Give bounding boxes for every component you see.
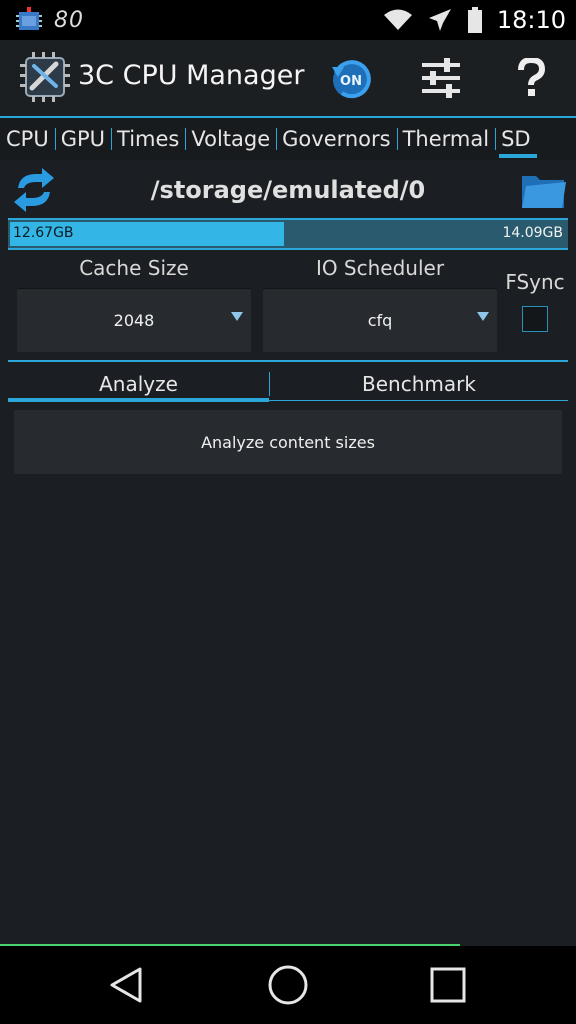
subtab-divider (8, 400, 568, 401)
back-button[interactable] (98, 960, 154, 1010)
main-tabs: CPU GPU Times Voltage Governors Thermal … (0, 116, 576, 160)
help-button[interactable] (506, 52, 556, 104)
cache-size-dropdown[interactable]: 2048 (17, 288, 251, 352)
cache-size-label: Cache Size (79, 256, 189, 280)
app-logo-icon (20, 52, 70, 102)
power-on-button[interactable]: ON (326, 52, 376, 104)
fsync-label: FSync (505, 270, 565, 294)
analyze-content-sizes-button[interactable]: Analyze content sizes (14, 410, 562, 474)
storage-used-label: 12.67GB (13, 225, 74, 241)
tab-times[interactable]: Times (111, 118, 185, 160)
analyze-button-label: Analyze content sizes (201, 432, 375, 452)
sliders-icon (422, 58, 460, 98)
power-on-icon: ON (332, 60, 371, 99)
app-title: 3C CPU Manager (78, 60, 305, 91)
subtab-analyze[interactable]: Analyze (8, 368, 269, 400)
status-cpu-number: 80 (54, 7, 84, 33)
tab-thermal[interactable]: Thermal (396, 118, 495, 160)
tab-sd[interactable]: SD (495, 118, 537, 160)
io-scheduler-label: IO Scheduler (315, 256, 445, 280)
folder-icon[interactable] (520, 168, 566, 210)
subtab-benchmark-label: Benchmark (362, 372, 476, 396)
cpu-chip-notification-icon (16, 7, 42, 30)
cache-size-value: 2048 (113, 310, 155, 330)
tab-label: Thermal (402, 127, 490, 151)
fsync-checkbox[interactable] (522, 306, 548, 332)
tab-label: Governors (282, 127, 391, 151)
recents-button[interactable] (420, 960, 476, 1010)
tab-cpu[interactable]: CPU (0, 118, 55, 160)
action-bar: 3C CPU Manager ON (0, 40, 576, 116)
clock: 18:10 (496, 6, 566, 34)
tab-gpu[interactable]: GPU (54, 118, 111, 160)
tab-label: GPU (60, 127, 106, 151)
tab-governors[interactable]: Governors (276, 118, 396, 160)
tab-label: Times (117, 127, 180, 151)
dropdown-arrow-icon (231, 312, 243, 321)
question-mark-icon (518, 58, 546, 96)
io-scheduler-dropdown[interactable]: cfq (263, 288, 497, 352)
tab-voltage[interactable]: Voltage (185, 118, 276, 160)
home-button[interactable] (260, 960, 316, 1010)
tab-label: CPU (6, 127, 49, 151)
wifi-icon (383, 9, 412, 30)
subtab-benchmark[interactable]: Benchmark (270, 368, 568, 400)
battery-icon (467, 7, 482, 33)
home-icon (268, 965, 308, 1005)
tab-label: Voltage (191, 127, 271, 151)
storage-usage-bar: 12.67GB 14.09GB (8, 218, 568, 250)
power-on-text: ON (340, 74, 362, 89)
divider (8, 360, 568, 362)
storage-path: /storage/emulated/0 (150, 176, 426, 204)
sub-tabs: Analyze Benchmark (8, 368, 568, 404)
airplane-mode-icon (428, 9, 451, 31)
back-icon (110, 967, 142, 1003)
status-bar: 80 18:10 (0, 0, 576, 40)
settings-button[interactable] (416, 52, 466, 104)
tab-label: SD (501, 127, 531, 151)
dropdown-arrow-icon (477, 312, 489, 321)
io-scheduler-value: cfq (367, 310, 393, 330)
subtab-analyze-label: Analyze (99, 372, 178, 396)
navigation-bar (0, 946, 576, 1024)
recents-icon (430, 967, 466, 1003)
storage-total-label: 14.09GB (502, 225, 563, 241)
path-row: /storage/emulated/0 (0, 162, 576, 218)
